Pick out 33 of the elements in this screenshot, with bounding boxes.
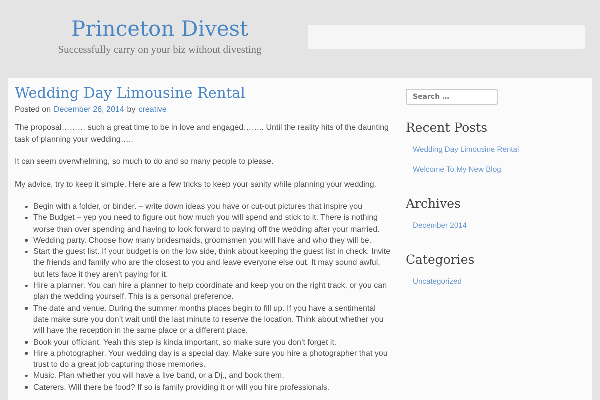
list-item-text: The date and venue. During the summer months places begin to fill up. If you have a sentimental date make sure you don’t wait until the last minute to reserve the location. Think about whether you will have the reception in the same place or a different place. bbox=[34, 302, 385, 337]
site-tagline: Successfully carry on your biz without divesting bbox=[58, 45, 262, 56]
list-item-text: Wedding party. Choose how many bridesmaids, groomsmen you will have and who they will be. bbox=[34, 234, 372, 246]
author-link[interactable]: creative bbox=[138, 105, 167, 114]
site-title[interactable]: Princeton Divest bbox=[72, 17, 248, 41]
bullet-icon bbox=[25, 216, 28, 220]
list-item-text: Start the guest list. If your budget is on the low side, think about keeping the guest list in check. Invite the friends and family who are the closest to you and leave everyone else out. It may sound awful, but lets face it they aren’t paying for it. bbox=[34, 246, 391, 280]
paragraph: It can seem overwhelming, so much to do and so many people to please. bbox=[15, 156, 275, 168]
list-item-text: Hire a planner. You can hire a planner to help coordinate and keep you on the right track, or you can plan the wedding yourself. This is a personal preference. bbox=[34, 280, 388, 303]
bullet-icon bbox=[25, 250, 28, 254]
post-date-link[interactable]: December 26, 2014 bbox=[54, 105, 124, 114]
widget-title: Recent Posts bbox=[406, 120, 489, 135]
widget-title: Archives bbox=[406, 196, 462, 211]
list-item-text: Book your officiant. Yeah this step is kinda important, so make sure you don’t forget it. bbox=[34, 336, 337, 348]
paragraph: My advice, try to keep it simple. Here are a few tricks to keep your sanity while planning your wedding. bbox=[15, 178, 378, 190]
by-label: by bbox=[127, 105, 136, 114]
list-item-text: Caterers. Will there be food? If so is family providing it or will you hire professionals. bbox=[34, 382, 330, 394]
bullet-icon bbox=[25, 386, 28, 389]
list-item-text: The Budget – yep you need to figure out how much you will spend and stick to it. There is nothing worse than over spending and having to look forward to paying off the wedding after your married. bbox=[34, 212, 381, 235]
bullet-icon bbox=[25, 239, 28, 242]
post-title[interactable]: Wedding Day Limousine Rental bbox=[15, 86, 391, 102]
list-item-text: Hire a photographer. Your wedding day is a special day. Make sure you hire a photographer that you trust to do a great job capturing those memories. bbox=[34, 348, 389, 370]
bullet-icon bbox=[25, 284, 28, 288]
list-item-text: Music. Plan whether you will have a live band, or a Dj., and book them. bbox=[34, 370, 284, 382]
bullet-icon bbox=[25, 374, 28, 378]
bullet-icon bbox=[25, 307, 28, 310]
bullet-icon bbox=[25, 352, 28, 355]
posted-on-label: Posted on bbox=[15, 105, 52, 114]
widget-title: Categories bbox=[406, 252, 476, 267]
bullet-icon bbox=[25, 206, 28, 208]
paragraph: The proposal……… such a great time to be in love and engaged…….. Until the reality hits of the daunting task of planning your wedding….. bbox=[15, 122, 390, 145]
list-item-text: Begin with a folder, or binder. – write down ideas you have or cut-out pictures that inspire you bbox=[34, 201, 363, 212]
bullet-icon bbox=[25, 341, 28, 344]
